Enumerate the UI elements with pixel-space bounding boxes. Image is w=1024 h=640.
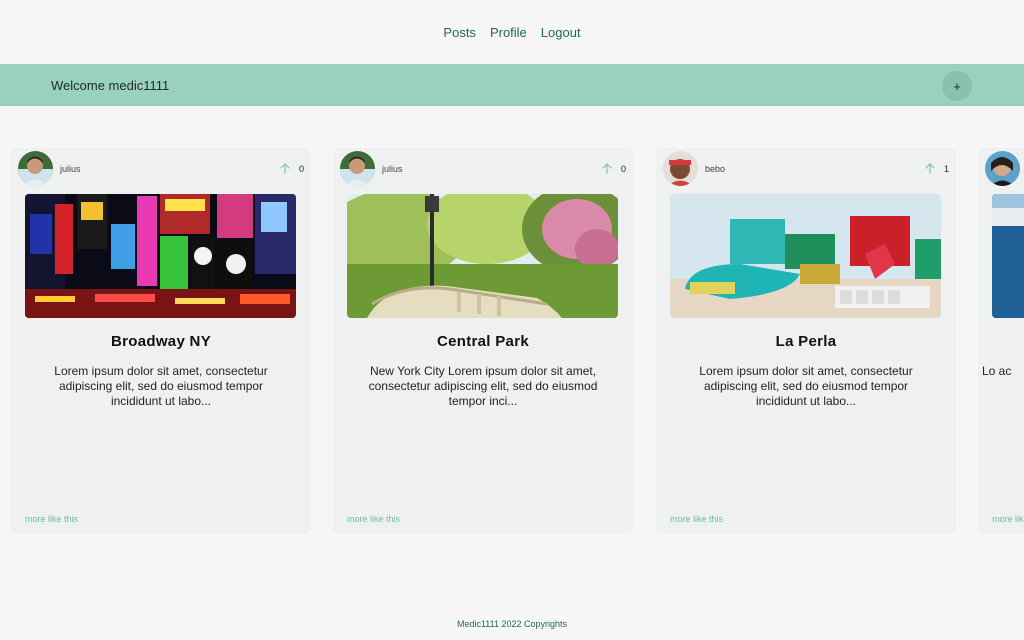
more-like-this-link[interactable]: more lik <box>992 514 1024 524</box>
post-card[interactable]: julius 0 Central Park New York City Lore… <box>333 148 633 534</box>
upvote-arrow-icon[interactable] <box>601 162 613 174</box>
top-nav: Posts Profile Logout <box>0 0 1024 64</box>
more-like-this-link[interactable]: more like this <box>670 514 723 524</box>
author-name[interactable]: julius <box>60 164 81 174</box>
post-excerpt: Lorem ipsum dolor sit amet, consectetur … <box>54 364 268 408</box>
vote-count: 0 <box>620 164 626 174</box>
more-like-this-link[interactable]: more like this <box>347 514 400 524</box>
welcome-text: Welcome medic1111 <box>51 78 170 93</box>
nav-logout-link[interactable]: Logout <box>541 25 581 40</box>
upvote-arrow-icon[interactable] <box>924 162 936 174</box>
author-avatar[interactable] <box>18 151 53 186</box>
post-excerpt: Lorem ipsum dolor sit amet, consectetur … <box>699 364 913 408</box>
nav-posts-link[interactable]: Posts <box>443 25 476 40</box>
vote-count: 0 <box>298 164 304 174</box>
post-card[interactable]: julius 0 Broadway NY Lorem ipsum dolor s… <box>11 148 311 534</box>
more-like-this-link[interactable]: more like this <box>25 514 78 524</box>
author-name[interactable]: julius <box>382 164 403 174</box>
welcome-banner: Welcome medic1111 + <box>0 64 1024 106</box>
post-excerpt: New York City Lorem ipsum dolor sit amet… <box>368 364 598 408</box>
post-card[interactable]: Lo ac more lik <box>978 148 1024 534</box>
post-image[interactable] <box>992 194 1024 318</box>
vote-count: 1 <box>943 164 949 174</box>
author-name[interactable]: bebo <box>705 164 725 174</box>
author-avatar[interactable] <box>340 151 375 186</box>
nav-profile-link[interactable]: Profile <box>490 25 527 40</box>
post-title[interactable]: Broadway NY <box>11 333 311 350</box>
post-title[interactable]: La Perla <box>656 333 956 350</box>
post-title[interactable]: Central Park <box>333 333 633 350</box>
add-post-button[interactable]: + <box>942 71 972 101</box>
author-avatar[interactable] <box>663 151 698 186</box>
upvote-arrow-icon[interactable] <box>279 162 291 174</box>
post-image[interactable] <box>25 194 296 318</box>
post-image[interactable] <box>347 194 618 318</box>
post-image[interactable] <box>670 194 941 318</box>
footer-copyright: Medic1111 2022 Copyrights <box>456 619 568 629</box>
author-avatar[interactable] <box>985 151 1020 186</box>
post-excerpt: Lo ac <box>982 364 1012 378</box>
post-card[interactable]: bebo 1 La Perla Lorem ipsum dolor sit am… <box>656 148 956 534</box>
